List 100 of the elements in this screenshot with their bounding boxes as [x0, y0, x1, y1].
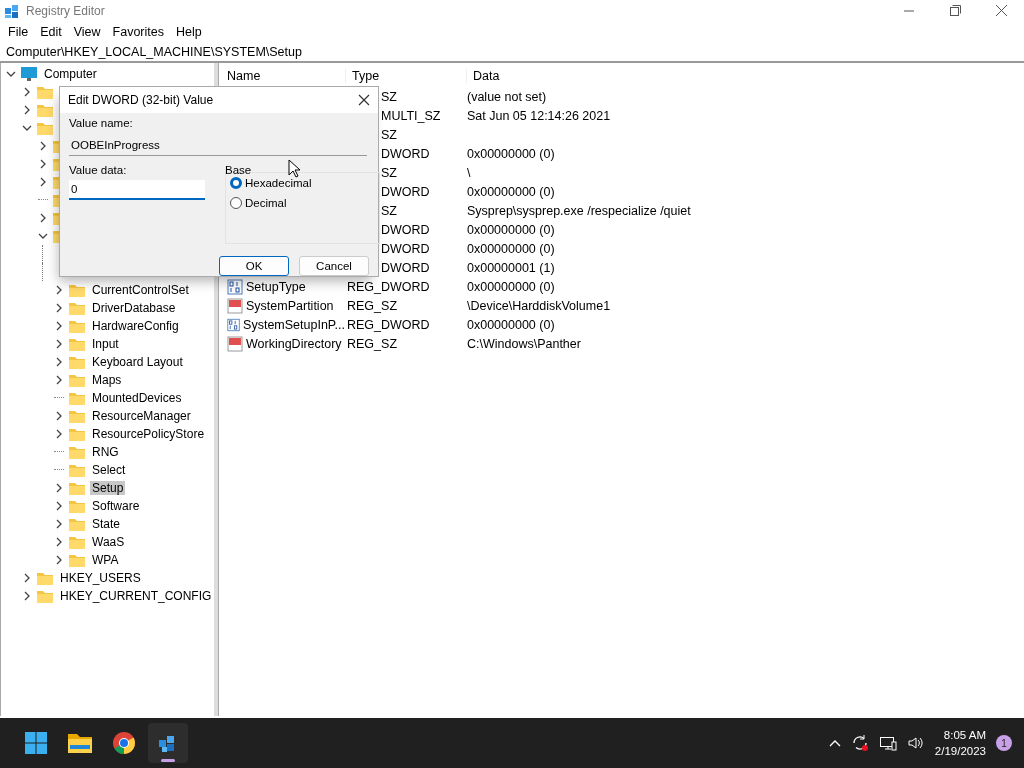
- column-header[interactable]: Name: [219, 69, 345, 83]
- value-type: SZ: [381, 203, 397, 218]
- value-name: SetupType: [246, 279, 306, 294]
- start-icon[interactable]: [24, 731, 48, 755]
- value-type: DWORD: [381, 222, 430, 237]
- tree-item[interactable]: HardwareConfig: [90, 319, 181, 333]
- folder-icon: [36, 102, 54, 118]
- dialog-button[interactable]: Cancel: [299, 256, 369, 276]
- value-type: REG_DWORD: [347, 279, 430, 294]
- menu-item[interactable]: Edit: [34, 25, 68, 39]
- address-bar[interactable]: Computer\HKEY_LOCAL_MACHINE\SYSTEM\Setup: [6, 44, 302, 59]
- value-name: SystemSetupInP...: [243, 317, 345, 332]
- chevron-right-icon[interactable]: [38, 141, 48, 151]
- value-data: 0x00000000 (0): [467, 222, 555, 237]
- radio-button[interactable]: [230, 177, 242, 189]
- tree-item[interactable]: HKEY_USERS: [58, 571, 143, 585]
- chevron-right-icon[interactable]: [54, 357, 64, 367]
- speaker-icon[interactable]: [906, 734, 925, 752]
- tree-item[interactable]: WPA: [90, 553, 121, 567]
- value-type: MULTI_SZ: [381, 108, 441, 123]
- value-type: SZ: [381, 89, 397, 104]
- chevron-down-icon[interactable]: [6, 69, 16, 79]
- chevron-right-icon[interactable]: [22, 591, 32, 601]
- chevron-right-icon[interactable]: [54, 537, 64, 547]
- tree-item[interactable]: RNG: [90, 445, 121, 459]
- folder-icon: [68, 534, 86, 550]
- chevron-right-icon[interactable]: [22, 105, 32, 115]
- dialog-title: Edit DWORD (32-bit) Value: [68, 93, 214, 107]
- folder-icon: [68, 480, 86, 496]
- tree-item[interactable]: HKEY_CURRENT_CONFIG: [58, 589, 214, 603]
- chevron-up-icon[interactable]: [828, 739, 841, 747]
- notification-badge[interactable]: 1: [996, 735, 1012, 751]
- tree-item[interactable]: ResourcePolicyStore: [90, 427, 207, 441]
- folder-icon: [68, 318, 86, 334]
- folder-icon: [68, 372, 86, 388]
- tree-item[interactable]: ResourceManager: [90, 409, 193, 423]
- folder-icon: [68, 498, 86, 514]
- tree-item[interactable]: Setup: [90, 481, 126, 495]
- chevron-right-icon[interactable]: [54, 321, 64, 331]
- value-type: DWORD: [381, 260, 430, 275]
- clock-date[interactable]: 2/19/2023: [934, 743, 986, 759]
- chevron-right-icon[interactable]: [22, 87, 32, 97]
- tree-item[interactable]: Maps: [90, 373, 124, 387]
- tree-item[interactable]: DriverDatabase: [90, 301, 178, 315]
- network-icon[interactable]: [878, 734, 897, 752]
- value-data: Sysprep\sysprep.exe /respecialize /quiet: [467, 203, 691, 218]
- value-data-field[interactable]: 0: [69, 180, 205, 200]
- chevron-right-icon[interactable]: [54, 303, 64, 313]
- chevron-right-icon[interactable]: [54, 339, 64, 349]
- tree-item[interactable]: State: [90, 517, 123, 531]
- window-title: Registry Editor: [26, 4, 105, 18]
- value-data: \Device\HarddiskVolume1: [467, 298, 611, 313]
- chevron-right-icon[interactable]: [54, 519, 64, 529]
- radio-label[interactable]: Decimal: [245, 197, 287, 209]
- chevron-right-icon[interactable]: [54, 501, 64, 511]
- menu-item[interactable]: File: [2, 25, 35, 39]
- tree-item[interactable]: WaaS: [90, 535, 127, 549]
- chevron-down-icon[interactable]: [22, 123, 32, 133]
- column-header[interactable]: Type: [345, 69, 466, 83]
- chevron-right-icon[interactable]: [38, 159, 48, 169]
- tree-item[interactable]: CurrentControlSet: [90, 283, 191, 297]
- chevron-right-icon[interactable]: [54, 375, 64, 385]
- value-data: 0x00000000 (0): [467, 317, 555, 332]
- folder-icon: [68, 444, 86, 460]
- chevron-right-icon[interactable]: [54, 429, 64, 439]
- chevron-right-icon[interactable]: [38, 177, 48, 187]
- close-icon[interactable]: [358, 94, 370, 106]
- chevron-right-icon[interactable]: [54, 555, 64, 565]
- folder-icon: [68, 336, 86, 352]
- tree-item[interactable]: Keyboard Layout: [90, 355, 185, 369]
- folder-icon: [36, 84, 54, 100]
- chevron-right-icon[interactable]: [54, 483, 64, 493]
- tree-item[interactable]: Computer: [42, 67, 99, 81]
- radio-button[interactable]: [230, 197, 242, 209]
- menu-item[interactable]: Favorites: [106, 25, 170, 39]
- radio-label[interactable]: Hexadecimal: [245, 177, 312, 189]
- chevron-right-icon[interactable]: [38, 213, 48, 223]
- chevron-right-icon[interactable]: [54, 285, 64, 295]
- chevron-down-icon[interactable]: [38, 231, 48, 241]
- folder-icon: [68, 300, 86, 316]
- string-value-icon: [227, 335, 243, 352]
- cubes-icon: [4, 3, 20, 19]
- clock-time[interactable]: 8:05 AM: [943, 727, 986, 743]
- folder-icon: [68, 516, 86, 532]
- column-header[interactable]: Data: [466, 69, 500, 83]
- menu-item[interactable]: View: [67, 25, 107, 39]
- chevron-right-icon[interactable]: [22, 573, 32, 583]
- folder-icon: [36, 588, 54, 604]
- value-name: WorkingDirectory: [246, 336, 342, 351]
- value-name-field[interactable]: OOBEInProgress: [69, 131, 367, 156]
- tree-item[interactable]: Software: [90, 499, 142, 513]
- circle-icon[interactable]: [112, 731, 136, 755]
- chevron-right-icon[interactable]: [54, 411, 64, 421]
- tree-item[interactable]: MountedDevices: [90, 391, 184, 405]
- folder-icon[interactable]: [67, 731, 93, 755]
- tree-item[interactable]: Input: [90, 337, 121, 351]
- menu-item[interactable]: Help: [170, 25, 208, 39]
- tree-item[interactable]: Select: [90, 463, 128, 477]
- dialog-button[interactable]: OK: [219, 256, 289, 276]
- sync-icon[interactable]: [850, 734, 869, 752]
